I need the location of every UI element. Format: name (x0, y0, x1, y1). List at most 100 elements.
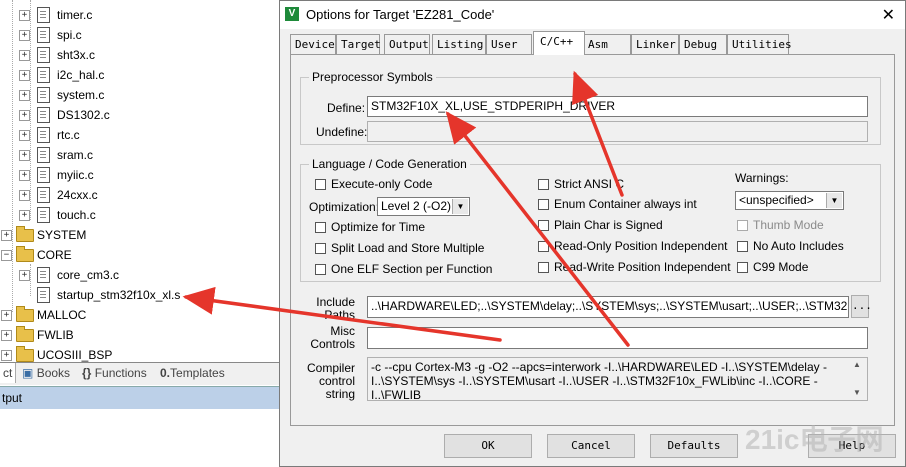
tree-file-label: sht3x.c (57, 48, 96, 62)
misc-controls-input[interactable] (367, 327, 868, 349)
one-elf-checkbox[interactable] (315, 264, 326, 275)
folder-icon (16, 226, 34, 242)
expand-plus-icon[interactable]: + (19, 190, 30, 201)
tree-guide-line (12, 0, 13, 312)
expand-plus-icon[interactable]: + (1, 330, 12, 341)
expand-plus-icon[interactable]: + (1, 230, 12, 241)
expand-plus-icon[interactable]: + (1, 310, 12, 321)
tab-label: Output (389, 38, 429, 51)
expand-plus-icon[interactable]: + (19, 90, 30, 101)
include-paths-browse-button[interactable]: ... (851, 295, 872, 318)
split-load-label: Split Load and Store Multiple (331, 241, 485, 255)
no-auto-includes-checkbox[interactable] (737, 241, 748, 252)
file-icon (37, 127, 50, 143)
tab-books[interactable]: ▣ Books (22, 363, 70, 383)
expand-plus-icon[interactable]: + (1, 350, 12, 361)
expand-plus-icon[interactable]: + (19, 10, 30, 21)
expand-plus-icon[interactable]: + (19, 150, 30, 161)
cancel-button[interactable]: Cancel (547, 434, 635, 458)
undefine-label: Undefine: (316, 125, 368, 139)
scroll-up-icon[interactable]: ▲ (853, 360, 861, 369)
tree-file-label: core_cm3.c (57, 268, 120, 282)
tab-project[interactable]: ct (0, 363, 17, 383)
c99-mode-checkbox[interactable] (737, 262, 748, 273)
file-icon (37, 267, 50, 283)
thumb-mode-label: Thumb Mode (753, 218, 824, 232)
tree-file-label: startup_stm32f10x_xl.s (57, 288, 181, 302)
expand-plus-icon[interactable]: + (19, 50, 30, 61)
expand-plus-icon[interactable]: + (19, 270, 30, 281)
execute-only-label: Execute-only Code (331, 177, 433, 191)
compiler-control-string: -c --cpu Cortex-M3 -g -O2 --apcs=interwo… (367, 357, 868, 401)
undefine-input[interactable] (367, 121, 868, 142)
tab-label: Listing (437, 38, 484, 51)
tab-user[interactable]: User (486, 34, 532, 54)
tree-file-label: timer.c (57, 8, 93, 22)
strict-ansi-checkbox[interactable] (538, 179, 549, 190)
tab-functions[interactable]: {} Functions (82, 363, 147, 383)
file-icon (37, 187, 50, 203)
close-icon[interactable]: ✕ (882, 5, 895, 25)
ok-button[interactable]: OK (444, 434, 532, 458)
file-icon (37, 27, 50, 43)
optimization-label: Optimization: (309, 200, 380, 214)
tab-templates[interactable]: 0.Templates (160, 363, 225, 383)
expand-plus-icon[interactable]: + (19, 170, 30, 181)
expand-plus-icon[interactable]: + (19, 70, 30, 81)
include-paths-label: Include Paths (316, 295, 355, 322)
c99-mode-label: C99 Mode (753, 260, 809, 274)
chevron-down-icon: ▼ (826, 193, 842, 208)
define-input[interactable]: STM32F10X_XL,USE_STDPERIPH_DRIVER (367, 96, 868, 117)
split-load-checkbox[interactable] (315, 243, 326, 254)
ro-pi-checkbox[interactable] (538, 241, 549, 252)
scroll-down-icon[interactable]: ▼ (853, 388, 861, 397)
expand-plus-icon[interactable]: + (19, 110, 30, 121)
tab-c-cpp[interactable]: C/C++ (533, 31, 585, 55)
project-tree: + timer.c + spi.c + sht3x.c + i2c_hal.c … (0, 0, 280, 362)
tab-utilities[interactable]: Utilities (727, 34, 792, 54)
folder-icon (16, 306, 34, 322)
dialog-title-bar[interactable]: V Options for Target 'EZ281_Code' ✕ (280, 1, 905, 29)
defaults-button[interactable]: Defaults (650, 434, 738, 458)
collapse-minus-icon[interactable]: − (1, 250, 12, 261)
file-icon (37, 207, 50, 223)
tree-file-label: myiic.c (57, 168, 94, 182)
tree-guide-line (30, 0, 31, 220)
tree-group-label: MALLOC (37, 308, 87, 322)
tab-target[interactable]: Target (336, 34, 381, 54)
no-auto-includes-label: No Auto Includes (753, 239, 844, 253)
enum-container-label: Enum Container always int (554, 197, 697, 211)
tab-label: C/C++ (540, 35, 574, 48)
chevron-down-icon: ▼ (452, 199, 468, 214)
tab-label: User (491, 38, 518, 51)
include-paths-input[interactable]: ..\HARDWARE\LED;..\SYSTEM\delay;..\SYSTE… (367, 296, 849, 318)
expand-plus-icon[interactable]: + (19, 30, 30, 41)
tab-listing[interactable]: Listing (432, 34, 486, 54)
expand-plus-icon[interactable]: + (19, 210, 30, 221)
language-legend: Language / Code Generation (312, 157, 467, 171)
execute-only-checkbox[interactable] (315, 179, 326, 190)
watermark-logo: 21ic电子网 (745, 424, 884, 455)
tab-device[interactable]: Device (290, 34, 336, 54)
keil-logo-icon: V (285, 7, 299, 21)
tab-books-label: Books (36, 366, 71, 380)
tab-asm[interactable]: Asm (583, 34, 631, 54)
strict-ansi-label: Strict ANSI C (554, 177, 625, 191)
plain-char-checkbox[interactable] (538, 220, 549, 231)
tab-output[interactable]: Output (384, 34, 430, 54)
enum-container-checkbox[interactable] (538, 199, 549, 210)
thumb-mode-checkbox[interactable] (737, 220, 748, 231)
output-label: tput (2, 391, 23, 405)
preprocessor-legend: Preprocessor Symbols (312, 70, 433, 84)
tree-file-label: system.c (57, 88, 105, 102)
tab-label: Debug (684, 38, 718, 51)
rw-pi-checkbox[interactable] (538, 262, 549, 273)
warnings-select[interactable]: <unspecified> ▼ (735, 191, 844, 210)
optimization-select[interactable]: Level 2 (-O2) ▼ (377, 197, 470, 216)
optimize-time-checkbox[interactable] (315, 222, 326, 233)
tab-functions-label: Functions (94, 366, 147, 380)
tree-guide-line (30, 264, 31, 296)
expand-plus-icon[interactable]: + (19, 130, 30, 141)
tab-linker[interactable]: Linker (631, 34, 679, 54)
tab-debug[interactable]: Debug (679, 34, 727, 54)
